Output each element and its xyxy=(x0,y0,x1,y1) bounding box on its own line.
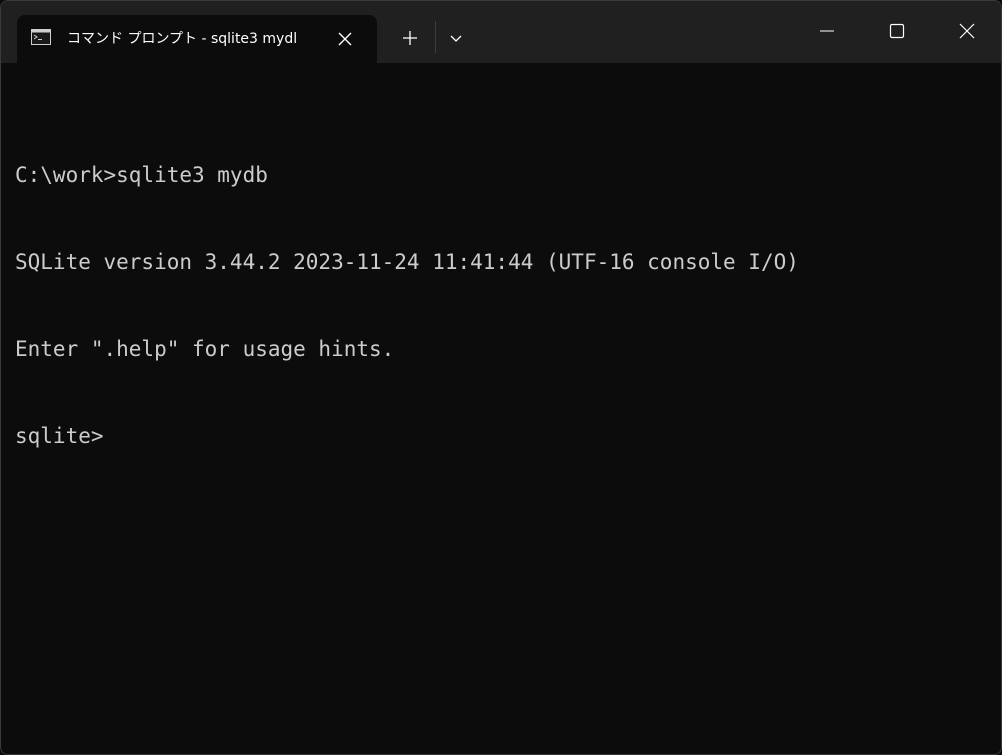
close-icon[interactable] xyxy=(331,25,359,53)
tab-command-prompt[interactable]: コマンド プロンプト - sqlite3 mydl xyxy=(17,15,377,63)
close-window-icon[interactable] xyxy=(933,1,1001,63)
console-text: C:\work>sqlite3 mydb SQLite version 3.44… xyxy=(15,103,799,509)
tab-title: コマンド プロンプト - sqlite3 mydl xyxy=(67,31,298,47)
maximize-icon[interactable] xyxy=(863,1,931,63)
console-line-version: SQLite version 3.44.2 2023-11-24 11:41:4… xyxy=(15,250,799,274)
title-bar[interactable]: コマンド プロンプト - sqlite3 mydl xyxy=(1,1,1001,63)
terminal-icon xyxy=(31,29,51,45)
terminal-window: コマンド プロンプト - sqlite3 mydl C:\work>sqlite… xyxy=(0,0,1002,755)
console-line-help-hint: Enter ".help" for usage hints. xyxy=(15,337,395,361)
sqlite-prompt[interactable]: sqlite> xyxy=(15,422,799,451)
chevron-down-icon[interactable] xyxy=(441,23,471,53)
terminal-output[interactable]: C:\work>sqlite3 mydb SQLite version 3.44… xyxy=(1,63,1001,754)
plus-icon[interactable] xyxy=(393,23,427,53)
tab-separator xyxy=(435,21,436,53)
console-line-command: C:\work>sqlite3 mydb xyxy=(15,163,268,187)
minimize-icon[interactable] xyxy=(793,1,861,63)
